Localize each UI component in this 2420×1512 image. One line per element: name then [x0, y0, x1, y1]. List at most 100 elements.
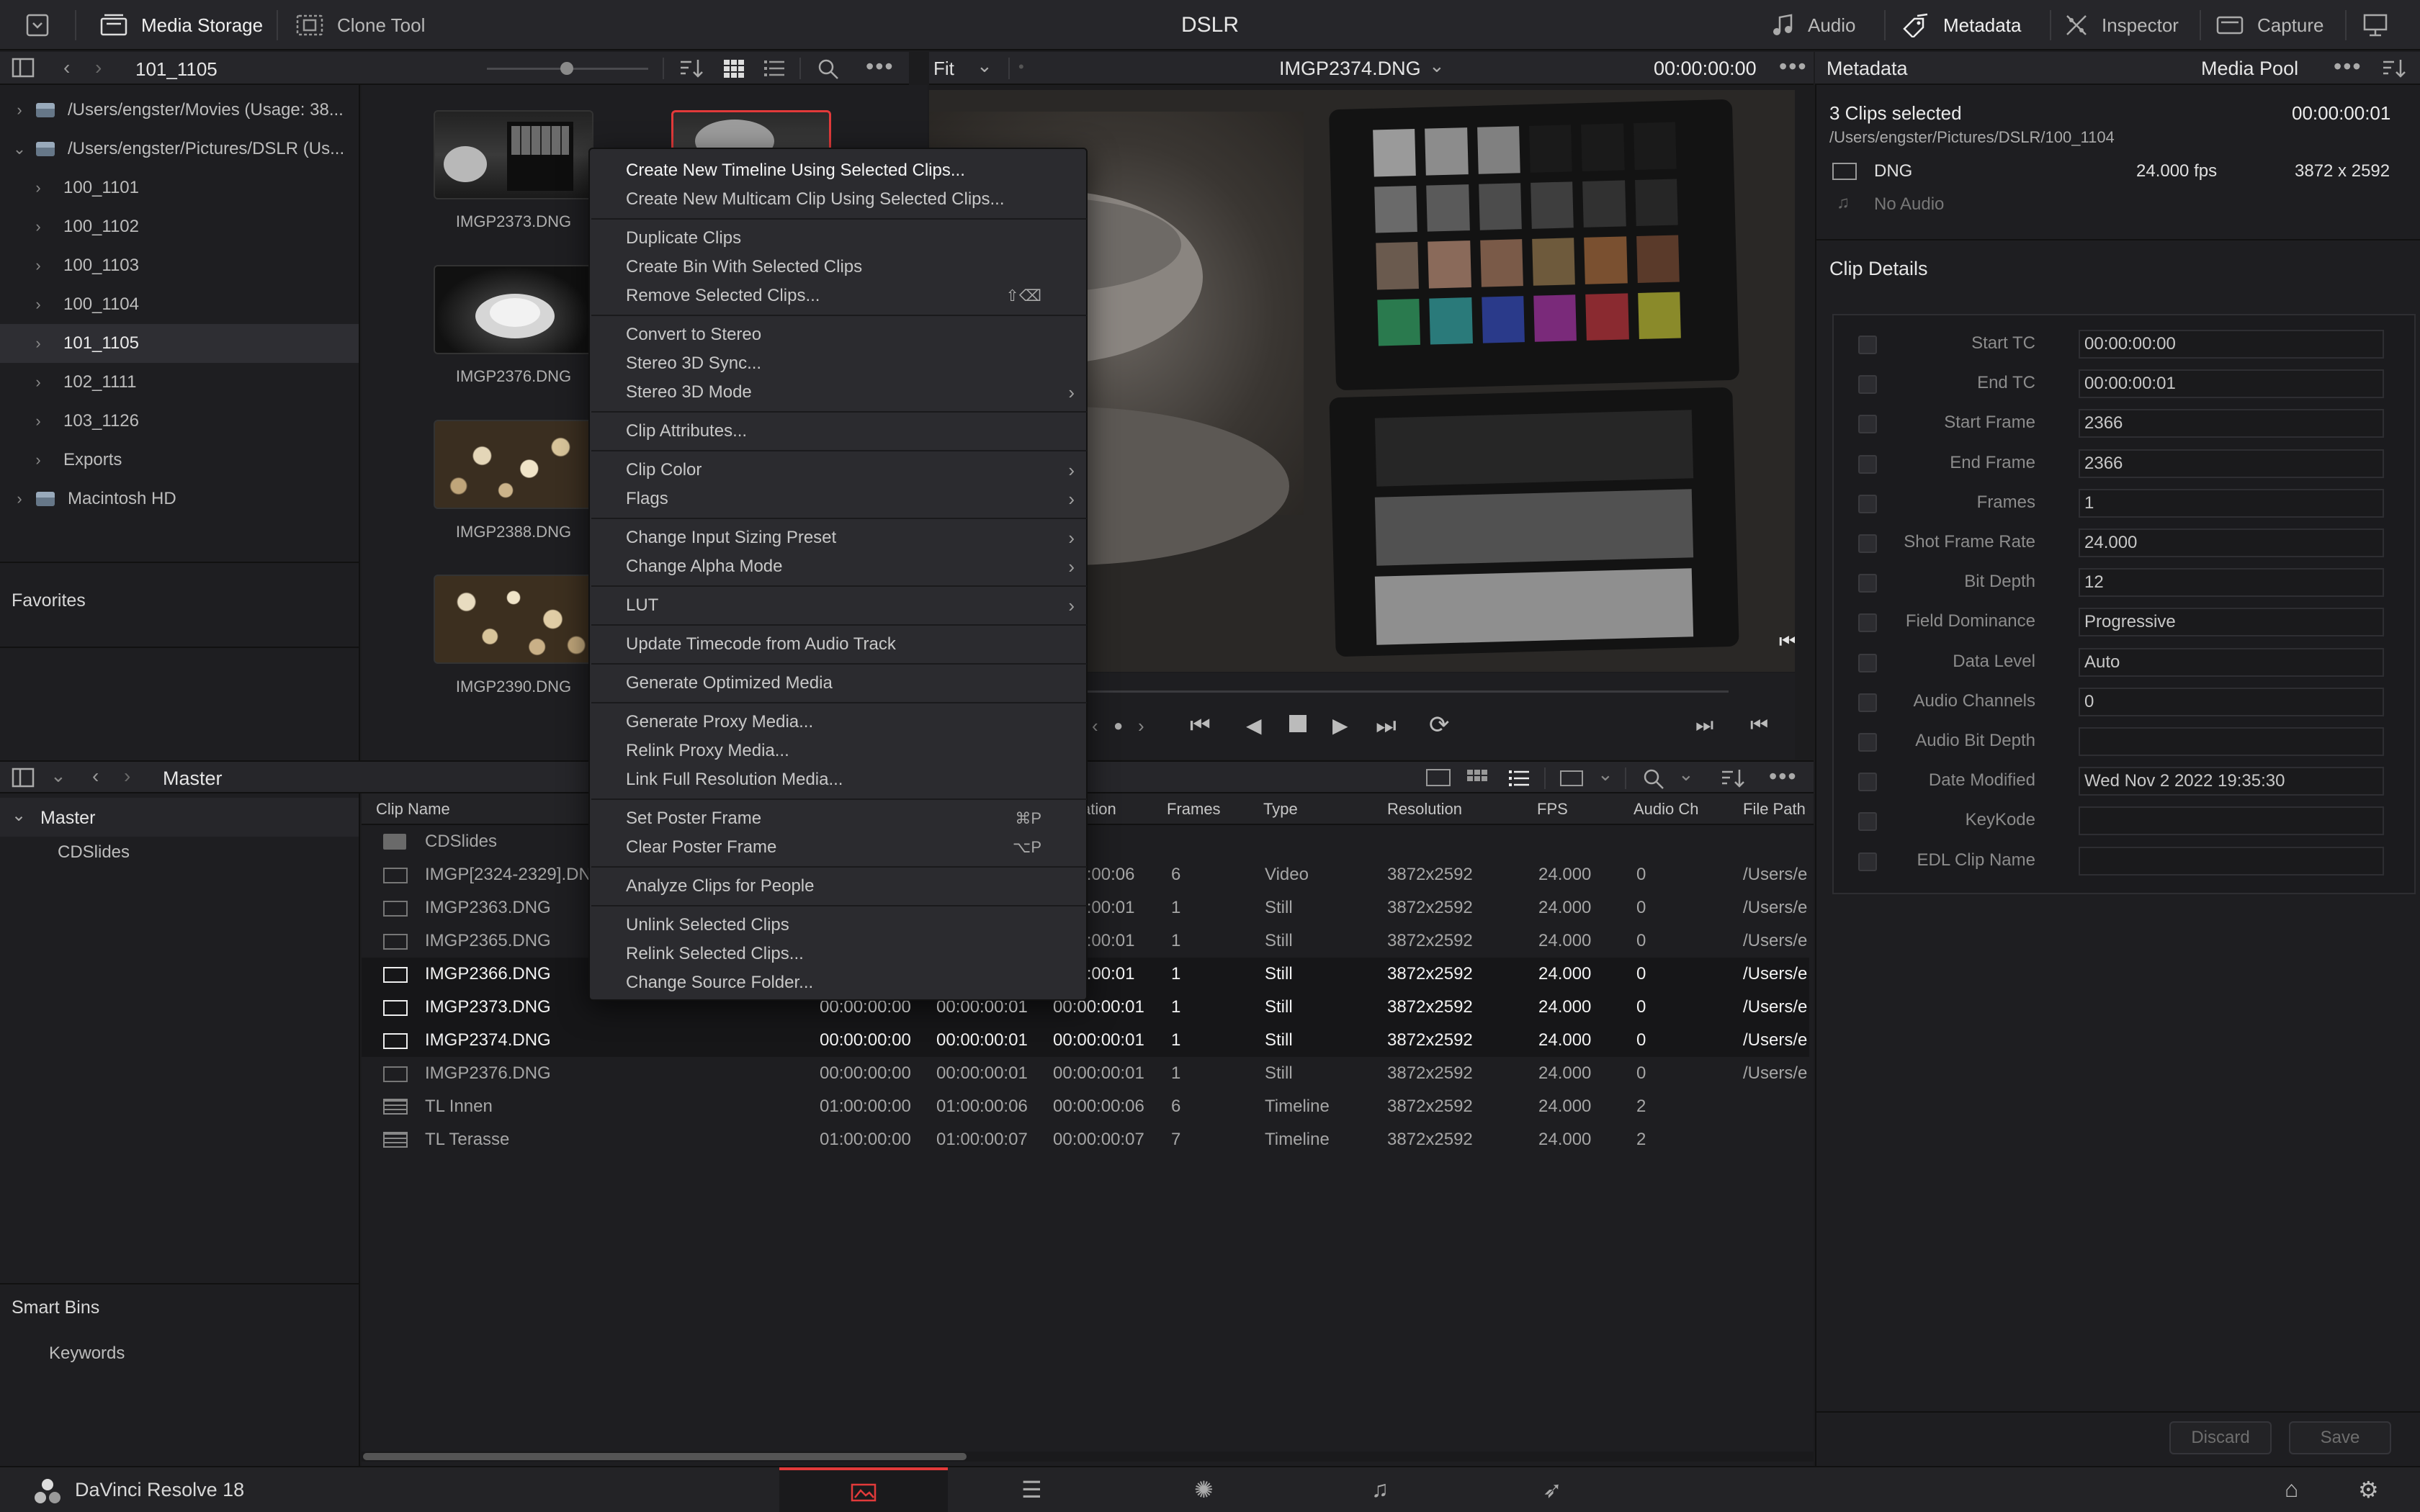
play-icon[interactable]: ▶ [1332, 714, 1348, 737]
bin-item[interactable]: CDSlides [58, 842, 130, 863]
sidebar-toggle-icon[interactable] [12, 768, 35, 788]
field-checkbox[interactable] [1858, 852, 1877, 871]
menu-item[interactable]: LUT › [590, 591, 1089, 620]
search-icon[interactable] [817, 58, 840, 81]
forward-arrow-icon[interactable]: › [124, 765, 130, 788]
field-checkbox[interactable] [1858, 733, 1877, 752]
metadata-view-icon[interactable] [1426, 769, 1451, 786]
field-value[interactable]: 12 [2079, 568, 2384, 598]
sort-icon[interactable] [2381, 58, 2407, 79]
go-to-start-icon[interactable]: ⏮ [1190, 712, 1211, 739]
field-value[interactable]: Wed Nov 2 2022 19:35:30 [2079, 767, 2384, 796]
slider-handle[interactable] [560, 62, 573, 75]
fullscreen-button[interactable] [2362, 0, 2388, 50]
inspector-button[interactable]: Inspector [2064, 0, 2179, 50]
menu-item[interactable]: Change Alpha Mode › [590, 552, 1089, 581]
clone-tool-button[interactable]: Clone Tool [295, 0, 425, 50]
list-view-icon[interactable] [1508, 768, 1530, 788]
audio-button[interactable]: Audio [1772, 0, 1856, 50]
field-checkbox[interactable] [1858, 454, 1877, 474]
field-value[interactable] [2079, 846, 2384, 876]
stop-icon[interactable] [1289, 715, 1307, 732]
field-checkbox[interactable] [1858, 336, 1877, 354]
field-checkbox[interactable] [1858, 773, 1877, 792]
panel-toggle-button[interactable] [26, 0, 49, 50]
list-view-icon[interactable] [763, 58, 785, 78]
menu-item[interactable]: Flags › [590, 485, 1089, 513]
go-to-end-icon[interactable]: ⏭ [1376, 712, 1397, 739]
loop-icon[interactable]: ⟳ [1429, 711, 1450, 739]
sort-icon[interactable] [678, 58, 704, 79]
chevron-right-icon[interactable]: › [29, 179, 48, 197]
tree-item[interactable]: › 102_1111 [0, 363, 359, 402]
save-button[interactable]: Save [2289, 1421, 2391, 1454]
column-header-audio-ch[interactable]: Audio Ch [1634, 793, 1699, 825]
tree-item[interactable]: › 103_1126 [0, 402, 359, 441]
prev-clip-icon[interactable]: ⏮ [1750, 714, 1768, 737]
menu-item[interactable]: Clear Poster Frame ⌥P [590, 833, 1089, 862]
menu-item[interactable]: Analyze Clips for People [590, 872, 1089, 901]
back-arrow-icon[interactable]: ‹ [63, 56, 70, 79]
menu-item[interactable]: Relink Selected Clips... [590, 940, 1089, 968]
field-checkbox[interactable] [1858, 574, 1877, 593]
smart-bin-keywords[interactable]: Keywords [49, 1344, 125, 1364]
media-pool-label[interactable]: Media Pool [2201, 58, 2298, 80]
deliver-page-icon[interactable]: ➶ [1543, 1476, 1562, 1503]
metadata-button[interactable]: Metadata [1901, 0, 2021, 50]
capture-button[interactable]: Capture [2215, 0, 2324, 50]
more-options-icon[interactable]: ••• [866, 53, 895, 80]
chevron-right-icon[interactable]: › [29, 295, 48, 314]
grid-view-icon[interactable] [723, 58, 745, 78]
field-value[interactable] [2079, 727, 2384, 756]
field-value[interactable]: 24.000 [2079, 528, 2384, 557]
field-checkbox[interactable] [1858, 494, 1877, 513]
tree-item[interactable]: › 100_1102 [0, 207, 359, 246]
menu-item[interactable]: Update Timecode from Audio Track [590, 630, 1089, 659]
thumbnail-zoom-slider[interactable] [487, 62, 648, 75]
menu-item[interactable]: Stereo 3D Mode › [590, 378, 1089, 407]
column-header-frames[interactable]: Frames [1167, 793, 1221, 825]
scrollbar-thumb[interactable] [363, 1453, 967, 1460]
grid-view-icon[interactable] [1466, 768, 1488, 788]
menu-item[interactable]: Set Poster Frame ⌘P [590, 804, 1089, 833]
jog-dot-icon[interactable]: ● [1113, 716, 1123, 735]
field-checkbox[interactable] [1858, 613, 1877, 633]
chevron-down-icon[interactable]: ⌄ [1678, 763, 1694, 786]
field-value[interactable]: 2366 [2079, 449, 2384, 478]
field-value[interactable] [2079, 806, 2384, 836]
chevron-right-icon[interactable]: › [10, 101, 29, 120]
chevron-down-icon[interactable]: ⌄ [10, 140, 29, 158]
chevron-right-icon[interactable]: › [29, 451, 48, 469]
scrubber-bar[interactable] [1008, 690, 1729, 693]
menu-item[interactable]: Relink Proxy Media... [590, 737, 1089, 765]
tree-item[interactable]: › 101_1105 [0, 324, 359, 363]
field-checkbox[interactable] [1858, 415, 1877, 434]
chevron-right-icon[interactable]: › [10, 490, 29, 508]
tree-item[interactable]: › Macintosh HD [0, 480, 359, 518]
chevron-right-icon[interactable]: › [29, 373, 48, 392]
menu-item[interactable]: Change Source Folder... [590, 968, 1089, 997]
field-checkbox[interactable] [1858, 653, 1877, 672]
table-row[interactable]: IMGP2374.DNG 00:00:00:00 00:00:00:01 00:00:… [362, 1024, 1809, 1057]
more-options-icon[interactable]: ••• [1769, 763, 1798, 790]
menu-item[interactable]: Create New Multicam Clip Using Selected … [590, 185, 1089, 214]
next-clip-icon[interactable]: ⏭ [1695, 714, 1713, 737]
chevron-right-icon[interactable]: › [29, 256, 48, 275]
tree-item[interactable]: ⌄ /Users/engster/Pictures/DSLR (Us... [0, 130, 359, 168]
back-arrow-icon[interactable]: ‹ [92, 765, 99, 788]
thumbnail-imgp2373[interactable] [434, 110, 593, 199]
field-value[interactable]: 2366 [2079, 409, 2384, 438]
field-value[interactable]: Auto [2079, 647, 2384, 677]
more-options-icon[interactable]: ••• [1779, 53, 1808, 80]
field-checkbox[interactable] [1858, 534, 1877, 553]
column-header-type[interactable]: Type [1263, 793, 1298, 825]
field-value[interactable]: 00:00:00:00 [2079, 330, 2384, 359]
search-icon[interactable] [1642, 768, 1665, 791]
field-value[interactable]: 0 [2079, 687, 2384, 716]
step-back-icon[interactable]: ◀ [1246, 714, 1262, 737]
menu-item[interactable]: Clip Attributes... [590, 417, 1089, 446]
clip-thumbnail-view-icon[interactable] [1560, 770, 1583, 786]
field-checkbox[interactable] [1858, 693, 1877, 712]
menu-item[interactable]: Generate Optimized Media [590, 669, 1089, 698]
thumbnail-imgp2376[interactable] [434, 265, 593, 354]
